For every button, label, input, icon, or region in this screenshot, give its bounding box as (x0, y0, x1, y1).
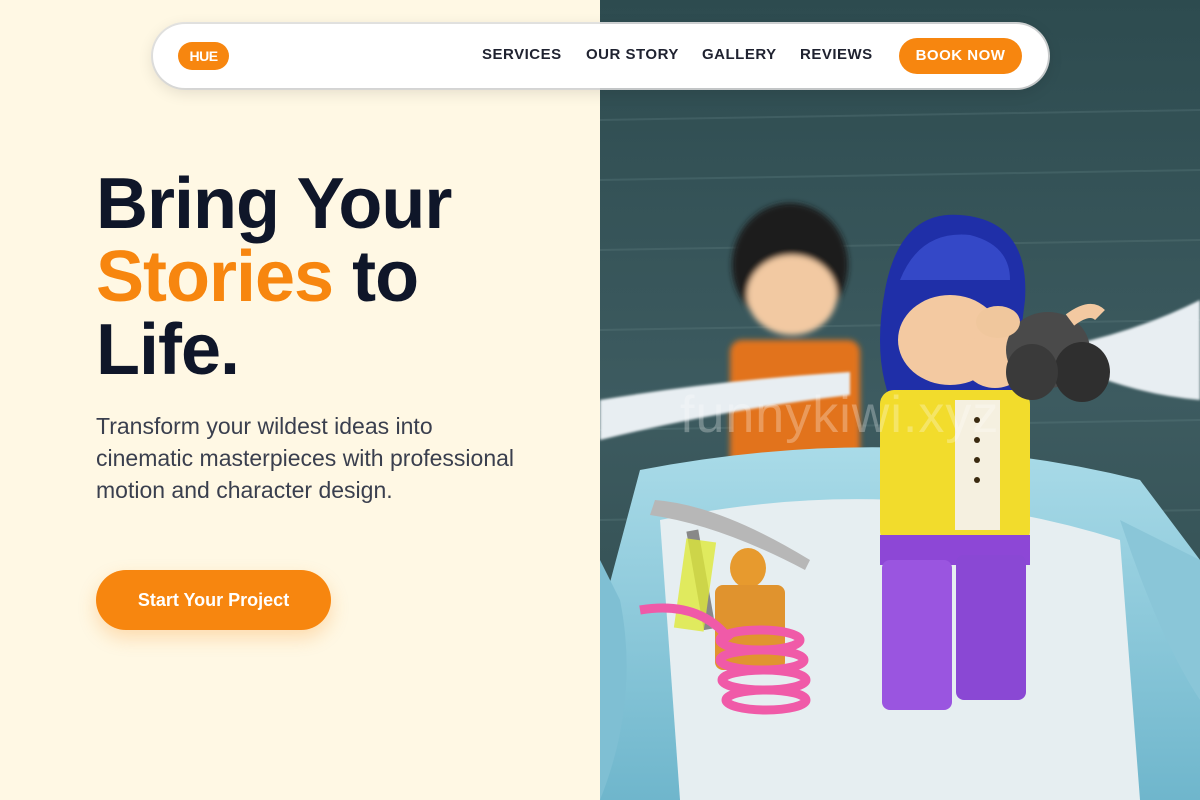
brand-logo[interactable]: HUE (178, 42, 229, 70)
hero-headline: Bring Your Stories to Life. (96, 168, 452, 390)
headline-line3: Life. (96, 310, 240, 390)
nav-link-our-story[interactable]: OUR STORY (586, 46, 679, 63)
nav-link-reviews[interactable]: REVIEWS (800, 46, 873, 63)
image-watermark: funnykiwi.xyz (680, 386, 1000, 444)
top-navigation: HUE SERVICES OUR STORY GALLERY REVIEWS B… (153, 24, 1048, 88)
nav-link-gallery[interactable]: GALLERY (702, 46, 777, 63)
headline-line2-rest: to (333, 237, 419, 317)
book-now-button[interactable]: BOOK NOW (899, 38, 1022, 74)
hero-subtitle: Transform your wildest ideas into cinema… (96, 413, 515, 503)
hero-image: funnykiwi.xyz (600, 0, 1200, 800)
nav-link-services[interactable]: SERVICES (482, 46, 562, 63)
hero-left-panel: Bring Your Stories to Life. Transform yo… (0, 0, 600, 800)
headline-accent: Stories (96, 237, 334, 317)
headline-line1: Bring Your (96, 164, 452, 244)
start-project-button[interactable]: Start Your Project (96, 570, 331, 630)
